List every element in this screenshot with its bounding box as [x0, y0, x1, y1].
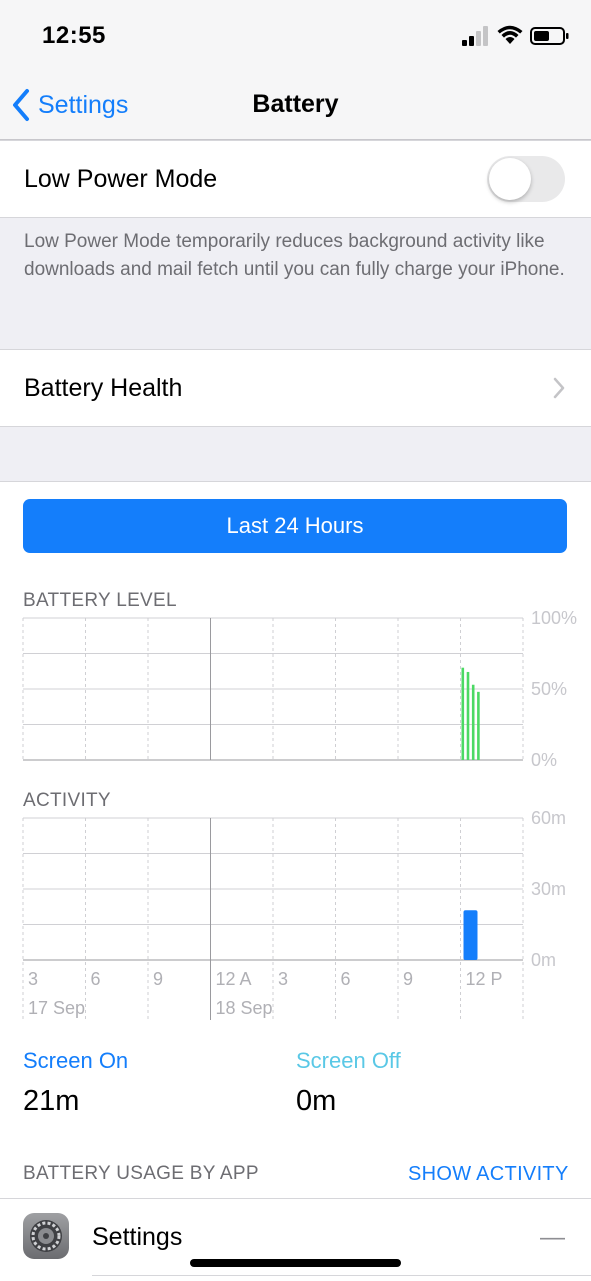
- screen-off-value: 0m: [296, 1085, 337, 1117]
- activity-x-tick-label: 6: [341, 969, 351, 989]
- activity-y-tick-label: 30m: [531, 879, 566, 899]
- activity-x-tick-label: 3: [28, 969, 38, 989]
- settings-gear-icon: [23, 1213, 69, 1259]
- low-power-mode-row: Low Power Mode: [0, 140, 591, 218]
- activity-bar-screen-on: [463, 910, 478, 960]
- activity-date-label: 18 Sep: [216, 998, 273, 1018]
- back-label: Settings: [38, 90, 129, 119]
- app-row-settings[interactable]: Settings —: [0, 1198, 591, 1281]
- home-indicator[interactable]: [190, 1259, 401, 1267]
- activity-x-tick-label: 3: [278, 969, 288, 989]
- low-power-mode-toggle[interactable]: [487, 156, 565, 202]
- activity-x-tick-label: 9: [403, 969, 413, 989]
- chevron-left-icon: [13, 89, 29, 121]
- screen-on-label: Screen On: [23, 1048, 129, 1073]
- battery-level-bar: [466, 671, 470, 760]
- status-time: 12:55: [42, 22, 106, 49]
- activity-date-label: 17 Sep: [28, 998, 85, 1018]
- battery-level-bar: [471, 684, 475, 760]
- show-activity-button[interactable]: SHOW ACTIVITY: [408, 1163, 569, 1186]
- battery-usage-by-app-label: BATTERY USAGE BY APP: [23, 1163, 259, 1184]
- battery-level-bar: [461, 667, 465, 760]
- activity-x-tick-label: 12 P: [466, 969, 503, 989]
- low-power-mode-label: Low Power Mode: [24, 165, 218, 193]
- activity-x-tick-label: 12 A: [216, 969, 252, 989]
- activity-x-tick-label: 9: [153, 969, 163, 989]
- toggle-knob: [489, 158, 531, 200]
- app-name: Settings: [92, 1223, 183, 1251]
- battery-icon: [530, 27, 569, 45]
- signal-icon: [462, 26, 488, 46]
- nav-bar: Battery Settings: [0, 70, 591, 140]
- chevron-right-icon: [553, 377, 565, 399]
- battery-level-bar: [477, 691, 480, 760]
- activity-x-tick-label: 6: [91, 969, 101, 989]
- last-24-hours-button[interactable]: Last 24 Hours: [23, 499, 567, 553]
- low-power-mode-description: Low Power Mode temporarily reduces backg…: [24, 231, 565, 280]
- battery-health-label: Battery Health: [24, 374, 183, 402]
- app-usage: —: [540, 1223, 565, 1251]
- battery-level-y-tick-label: 50%: [531, 679, 567, 699]
- back-button[interactable]: Settings: [10, 88, 128, 122]
- row-divider: [92, 1275, 591, 1276]
- screen-off-label: Screen Off: [296, 1048, 401, 1073]
- battery-health-row[interactable]: Battery Health: [0, 349, 591, 427]
- activity-y-tick-label: 0m: [531, 950, 556, 970]
- battery-level-y-tick-label: 0%: [531, 750, 557, 770]
- battery-level-y-tick-label: 100%: [531, 608, 577, 628]
- battery-charts: 100% 50% 0% 60m 30m 0m 3 6 9 12 A 3 6 9 12 P 17 Sep 18 …: [22, 608, 577, 1020]
- screen-on-value: 21m: [23, 1085, 80, 1117]
- activity-y-tick-label: 60m: [531, 808, 566, 828]
- wifi-icon: [497, 25, 523, 44]
